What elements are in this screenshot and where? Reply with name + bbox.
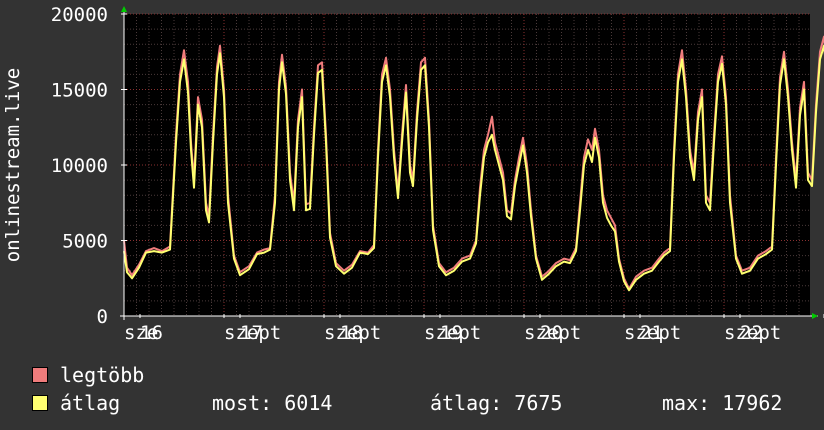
legend-item-max: legtöbb — [32, 363, 144, 387]
y-tick-label: 20000 — [51, 4, 108, 26]
legend-swatch-avg — [32, 395, 48, 411]
y-axis-label: onlinestream.live — [2, 68, 24, 262]
stat-average: átlag: 7675 — [430, 391, 563, 415]
y-axis-arrow — [121, 6, 127, 12]
y-tick-label: 15000 — [51, 80, 108, 102]
stat-current: most: 6014 — [212, 391, 333, 415]
legend-label-avg: átlag — [60, 391, 121, 415]
legend-item-avg: átlag — [32, 391, 120, 415]
x-tick-label: 18 — [340, 322, 363, 344]
y-tick-labels: 0 5000 10000 15000 20000 — [51, 4, 108, 328]
x-tick-label: 22 — [740, 322, 763, 344]
y-tick-label: 0 — [97, 306, 108, 328]
legend-label-max: legtöbb — [60, 363, 145, 387]
legend-swatch-max — [32, 367, 48, 383]
x-tick-labels: sze16 szept17 szept18 szept19 szept20 szept21… — [124, 322, 781, 344]
y-tick-label: 5000 — [62, 231, 108, 253]
x-tick-label: 16 — [140, 322, 163, 344]
x-tick-label: 20 — [540, 322, 563, 344]
x-tick-label: 17 — [240, 322, 263, 344]
x-tick-label: 19 — [440, 322, 463, 344]
stat-maximum: max: 17962 — [662, 391, 783, 415]
x-tick-label: 21 — [640, 322, 663, 344]
y-tick-label: 10000 — [51, 155, 108, 177]
x-axis-arrow — [812, 313, 818, 319]
